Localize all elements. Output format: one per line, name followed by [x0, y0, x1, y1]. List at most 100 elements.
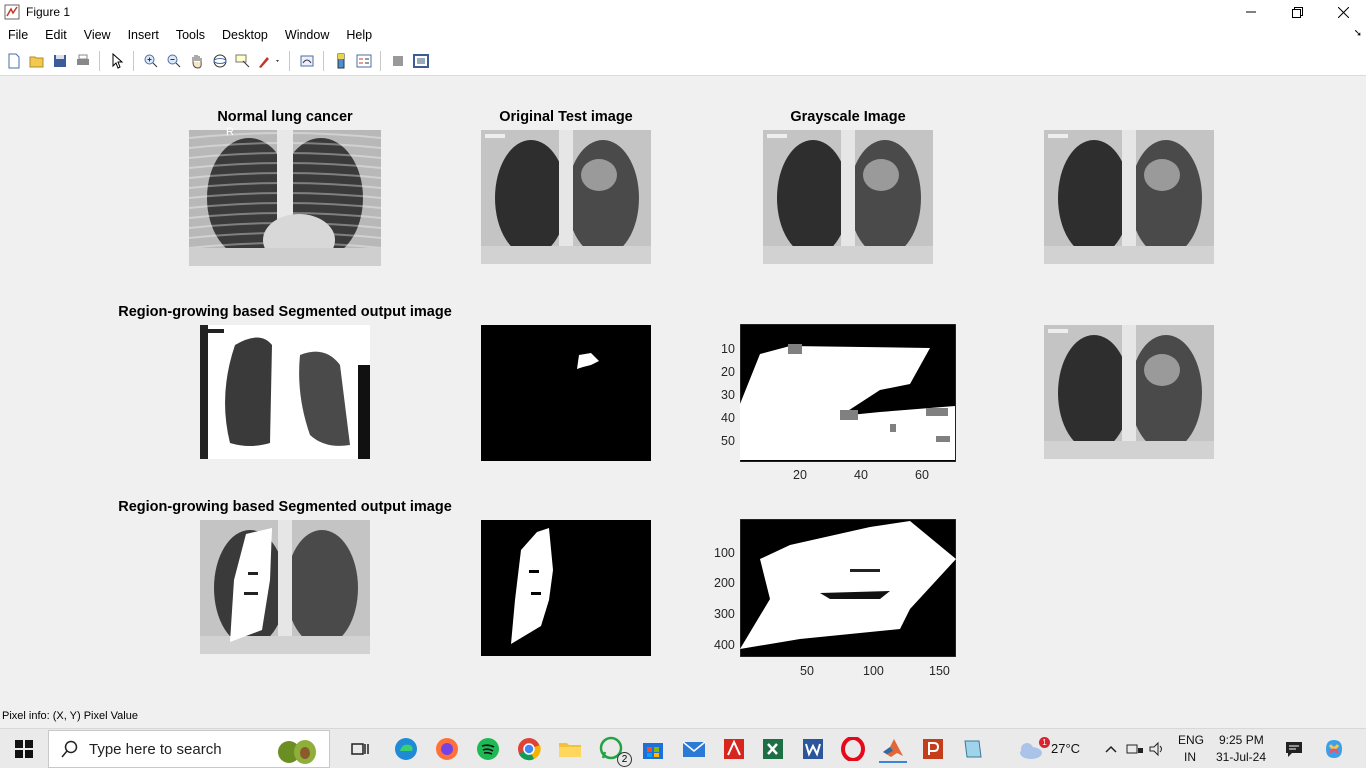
excel-taskbar-button[interactable] — [759, 735, 787, 763]
filtered-image-2 — [1044, 325, 1214, 459]
whatsapp-taskbar-button[interactable]: 2 — [598, 735, 632, 767]
zoomed-mask-axes-image — [740, 519, 956, 657]
save-button[interactable] — [48, 50, 71, 72]
powerpoint-taskbar-button[interactable] — [919, 735, 947, 763]
whatsapp-badge: 2 — [617, 752, 632, 767]
select-button[interactable] — [105, 50, 128, 72]
show-plot-tools-button[interactable] — [409, 50, 432, 72]
store-taskbar-button[interactable] — [639, 735, 667, 763]
subplot-title: Region-growing based Segmented output im… — [118, 499, 452, 515]
chrome-icon — [518, 738, 541, 761]
minimize-button[interactable] — [1228, 0, 1274, 24]
zoom-in-button[interactable] — [139, 50, 162, 72]
acrobat-icon — [724, 739, 744, 759]
zoomed-mask-graphic — [740, 519, 956, 657]
window-title: Figure 1 — [26, 5, 71, 19]
file-explorer-taskbar-button[interactable] — [556, 735, 584, 763]
weather-badge: 1 — [1039, 737, 1050, 748]
link-plot-button[interactable] — [295, 50, 318, 72]
data-cursor-icon — [235, 54, 249, 67]
spotify-taskbar-button[interactable] — [474, 735, 502, 763]
menu-help[interactable]: Help — [338, 24, 381, 46]
taskbar-search-box[interactable]: Type here to search — [48, 730, 330, 768]
menu-window[interactable]: Window — [277, 24, 338, 46]
toolbar-separator — [133, 50, 134, 71]
chrome-taskbar-button[interactable] — [515, 735, 543, 763]
open-file-button[interactable] — [25, 50, 48, 72]
clock-time[interactable]: 9:25 PM — [1219, 733, 1264, 747]
insert-colorbar-icon — [337, 53, 344, 68]
acrobat-taskbar-button[interactable] — [720, 735, 748, 763]
menu-desktop[interactable]: Desktop — [214, 24, 277, 46]
speaker-icon — [1149, 741, 1162, 757]
edge-taskbar-button[interactable] — [392, 735, 420, 763]
x-tick-label: 40 — [854, 468, 868, 482]
xray-image-graphic — [189, 130, 381, 266]
region-label[interactable]: IN — [1184, 750, 1196, 764]
minimize-icon — [1246, 11, 1256, 13]
subplot-title: Region-growing based Segmented output im… — [118, 304, 452, 320]
open-file-icon — [29, 56, 43, 67]
notepad-taskbar-button[interactable] — [959, 735, 987, 763]
figure-canvas: Normal lung cancer R Original Test image — [0, 76, 1366, 708]
segmented-overlay-image — [200, 520, 370, 654]
word-taskbar-button[interactable] — [799, 735, 827, 763]
copilot-icon — [1326, 740, 1342, 758]
opera-taskbar-button[interactable] — [839, 735, 867, 763]
insert-legend-icon — [356, 54, 371, 67]
pan-button[interactable] — [185, 50, 208, 72]
notifications-button[interactable] — [1280, 735, 1308, 763]
insert-legend-button[interactable] — [352, 50, 375, 72]
zoomed-region-graphic — [740, 324, 956, 462]
figure-toolbar — [0, 46, 1366, 76]
close-button[interactable] — [1320, 0, 1366, 24]
mail-taskbar-button[interactable] — [680, 735, 708, 763]
menu-tools[interactable]: Tools — [168, 24, 214, 46]
firefox-taskbar-button[interactable] — [433, 735, 461, 763]
task-view-button[interactable] — [346, 735, 374, 763]
new-figure-button[interactable] — [2, 50, 25, 72]
menu-edit[interactable]: Edit — [37, 24, 76, 46]
start-button[interactable] — [0, 729, 48, 768]
menu-insert[interactable]: Insert — [120, 24, 168, 46]
matlab-taskbar-button[interactable] — [879, 735, 907, 763]
dock-chevron-icon[interactable]: ➘ — [1354, 28, 1362, 39]
data-cursor-button[interactable] — [231, 50, 254, 72]
link-plot-icon — [300, 55, 313, 66]
hide-plot-tools-button[interactable] — [386, 50, 409, 72]
menu-view[interactable]: View — [76, 24, 120, 46]
weather-widget[interactable]: 1 — [1016, 735, 1050, 763]
search-highlight-icon — [278, 740, 316, 764]
rotate-3d-button[interactable] — [208, 50, 231, 72]
firefox-icon — [436, 738, 458, 760]
y-tick-label: 30 — [721, 388, 735, 402]
insert-colorbar-button[interactable] — [329, 50, 352, 72]
zoom-out-button[interactable] — [162, 50, 185, 72]
mail-icon — [682, 741, 706, 757]
print-button[interactable] — [71, 50, 94, 72]
brush-button[interactable] — [254, 50, 284, 72]
pan-hand-icon — [192, 54, 202, 69]
segmented-mask-image — [481, 520, 651, 656]
language-label[interactable]: ENG — [1178, 733, 1204, 747]
toolbar-separator — [380, 50, 381, 71]
clock-date[interactable]: 31-Jul-24 — [1216, 750, 1266, 764]
matlab-icon — [883, 739, 903, 757]
notification-icon — [1286, 742, 1302, 757]
toolbar-separator — [289, 50, 290, 71]
restore-button[interactable] — [1274, 0, 1320, 24]
menu-file[interactable]: File — [0, 24, 37, 46]
y-tick-label: 200 — [714, 576, 735, 590]
copilot-button[interactable] — [1320, 735, 1348, 763]
segmented-output-image — [200, 325, 370, 459]
xray-image-graphic — [1044, 130, 1214, 264]
y-tick-label: 40 — [721, 411, 735, 425]
task-view-icon — [351, 743, 369, 755]
toolbar-separator — [323, 50, 324, 71]
y-tick-label: 10 — [721, 342, 735, 356]
show-hidden-icons-button[interactable] — [1102, 735, 1120, 763]
search-placeholder: Type here to search — [89, 740, 222, 758]
network-button[interactable] — [1125, 735, 1145, 763]
close-icon — [1337, 6, 1349, 18]
volume-button[interactable] — [1147, 735, 1167, 763]
